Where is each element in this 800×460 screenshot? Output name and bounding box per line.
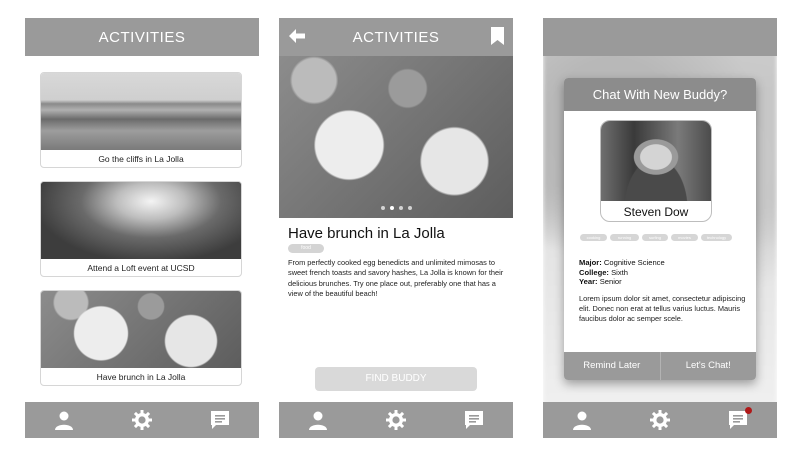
interest-tag: technology bbox=[701, 234, 732, 241]
activity-card-cliffs[interactable]: Go the cliffs in La Jolla bbox=[40, 72, 242, 168]
activity-title: Have brunch in La Jolla bbox=[288, 225, 445, 242]
nav-chat-button[interactable] bbox=[200, 405, 240, 435]
bookmark-button[interactable] bbox=[491, 27, 504, 49]
chat-icon bbox=[729, 411, 747, 429]
nav-profile-button[interactable] bbox=[562, 405, 602, 435]
find-buddy-button[interactable]: FIND BUDDY bbox=[315, 367, 477, 391]
year-value: Senior bbox=[599, 277, 622, 287]
buddy-photo bbox=[601, 121, 711, 201]
nav-chat-button[interactable] bbox=[454, 405, 494, 435]
year-row: Year: Senior bbox=[579, 277, 665, 287]
buddy-match-screen: Chat With New Buddy? Steven Dow cooking … bbox=[543, 18, 777, 438]
activity-caption: Have brunch in La Jolla bbox=[96, 372, 186, 382]
nav-profile-button[interactable] bbox=[44, 405, 84, 435]
notification-badge bbox=[745, 407, 752, 414]
top-bar bbox=[543, 18, 777, 56]
brunch-photo bbox=[41, 291, 241, 368]
nav-settings-button[interactable] bbox=[122, 405, 162, 435]
profile-icon bbox=[55, 411, 73, 430]
buddy-details: Major: Cognitive Science College: Sixth … bbox=[579, 258, 665, 287]
college-value: Sixth bbox=[611, 267, 628, 277]
lets-chat-button[interactable]: Let's Chat! bbox=[659, 352, 757, 380]
chat-icon bbox=[465, 411, 483, 429]
chat-icon bbox=[211, 411, 229, 429]
profile-icon bbox=[309, 411, 327, 430]
nav-settings-button[interactable] bbox=[376, 405, 416, 435]
screen-title: ACTIVITIES bbox=[98, 28, 186, 46]
interest-tag: surfing bbox=[642, 234, 668, 241]
interest-tag: movies bbox=[671, 234, 698, 241]
bookmark-icon bbox=[491, 27, 504, 45]
gear-icon bbox=[386, 410, 406, 430]
carousel-indicator bbox=[279, 206, 513, 210]
activity-caption: Attend a Loft event at UCSD bbox=[87, 263, 195, 273]
interest-tag: cooking bbox=[580, 234, 607, 241]
major-value: Cognitive Science bbox=[603, 258, 665, 267]
cliffs-photo bbox=[41, 73, 241, 150]
buddy-bio: Lorem ipsum dolor sit amet, consectetur … bbox=[579, 294, 746, 324]
activity-description: From perfectly cooked egg benedicts and … bbox=[288, 258, 504, 299]
college-row: College: Sixth bbox=[579, 268, 665, 278]
year-label: Year: bbox=[579, 277, 598, 287]
screen-title: ACTIVITIES bbox=[352, 28, 440, 46]
buddy-profile-card[interactable]: Steven Dow bbox=[600, 120, 712, 222]
major-label: Major: bbox=[579, 258, 602, 267]
carousel-dot[interactable] bbox=[380, 206, 385, 210]
activities-screen: ACTIVITIES Go the cliffs in La Jolla Att… bbox=[25, 18, 259, 438]
buddy-match-dialog: Chat With New Buddy? Steven Dow cooking … bbox=[564, 78, 756, 380]
college-label: College: bbox=[579, 267, 609, 277]
bottom-nav bbox=[543, 402, 777, 438]
nav-chat-button[interactable] bbox=[718, 405, 758, 435]
activity-tag: food bbox=[288, 244, 324, 253]
back-arrow-icon bbox=[289, 29, 305, 43]
interest-tags: cooking running surfing movies technolog… bbox=[580, 234, 732, 241]
nav-profile-button[interactable] bbox=[298, 405, 338, 435]
gear-icon bbox=[132, 410, 152, 430]
back-button[interactable] bbox=[288, 28, 306, 48]
nav-settings-button[interactable] bbox=[640, 405, 680, 435]
activity-hero-image[interactable] bbox=[279, 56, 513, 218]
top-bar: ACTIVITIES bbox=[279, 18, 513, 56]
bottom-nav bbox=[279, 402, 513, 438]
concert-photo bbox=[41, 182, 241, 259]
carousel-dot-active[interactable] bbox=[389, 206, 394, 210]
carousel-dot[interactable] bbox=[398, 206, 403, 210]
dialog-title: Chat With New Buddy? bbox=[564, 78, 756, 111]
top-bar: ACTIVITIES bbox=[25, 18, 259, 56]
buddy-name: Steven Dow bbox=[623, 205, 689, 219]
carousel-dot[interactable] bbox=[407, 206, 412, 210]
interest-tag: running bbox=[610, 234, 639, 241]
major-row: Major: Cognitive Science bbox=[579, 258, 665, 268]
activity-card-loft[interactable]: Attend a Loft event at UCSD bbox=[40, 181, 242, 277]
profile-icon bbox=[573, 411, 591, 430]
activity-caption: Go the cliffs in La Jolla bbox=[98, 154, 184, 164]
dialog-actions: Remind Later Let's Chat! bbox=[564, 352, 756, 380]
activity-card-brunch[interactable]: Have brunch in La Jolla bbox=[40, 290, 242, 386]
remind-later-button[interactable]: Remind Later bbox=[564, 352, 660, 380]
activity-detail-screen: ACTIVITIES Have brunch in La Jolla food … bbox=[279, 18, 513, 438]
bottom-nav bbox=[25, 402, 259, 438]
gear-icon bbox=[650, 410, 670, 430]
